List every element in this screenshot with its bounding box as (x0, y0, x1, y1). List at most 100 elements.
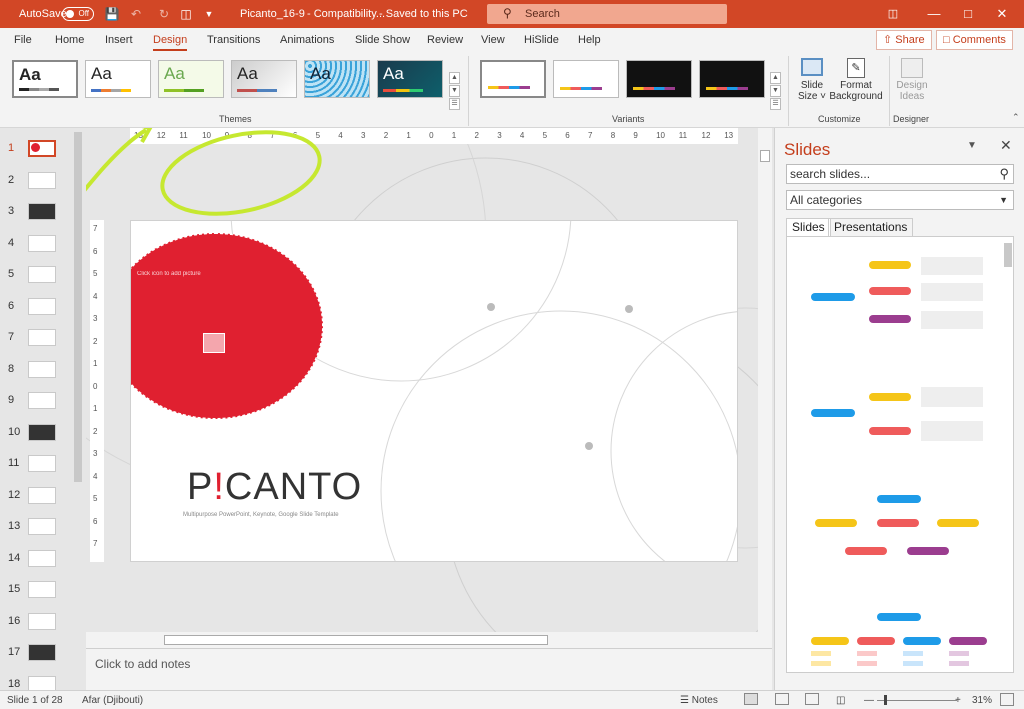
tab-presentations[interactable]: Presentations (828, 218, 914, 236)
tab-design[interactable]: Design (153, 34, 188, 51)
slide-thumbnail[interactable] (28, 423, 56, 441)
vertical-ruler: 765432101234567 (90, 220, 104, 562)
tab-help[interactable]: Help (578, 34, 601, 46)
notes-button[interactable]: ☰ Notes (680, 695, 718, 706)
notes-pane[interactable]: Click to add notes (86, 648, 772, 690)
zoom-in-icon[interactable]: + (955, 695, 961, 706)
fit-slide-icon[interactable] (1000, 693, 1014, 706)
ruler-tick: 1 (93, 359, 98, 368)
tab-transitions[interactable]: Transitions (207, 34, 260, 46)
theme-facet[interactable]: Aa (158, 60, 224, 98)
tab-file[interactable]: File (14, 34, 32, 46)
theme-office[interactable]: Aa (12, 60, 78, 98)
design-ideas-label-2: Ideas (899, 91, 925, 102)
editor-horizontal-scrollbar[interactable] (86, 632, 772, 648)
close-button[interactable]: ✕ (992, 5, 1012, 23)
category-select[interactable]: All categories ▼ (786, 190, 1014, 210)
variant-3[interactable] (626, 60, 692, 98)
slide-thumbnail[interactable] (28, 455, 56, 472)
tab-slides[interactable]: Slides (786, 218, 831, 236)
editor-vertical-scrollbar[interactable] (758, 128, 772, 632)
tab-home[interactable]: Home (55, 34, 84, 46)
tab-view[interactable]: View (481, 34, 505, 46)
customize-qat-icon[interactable]: ▼ (201, 6, 217, 22)
slide-size-label-1: Slide (800, 80, 824, 91)
slide-thumbnail[interactable] (28, 297, 56, 315)
variant-2[interactable] (553, 60, 619, 98)
ruler-tick: 2 (93, 426, 98, 436)
theme-scroll-down-icon[interactable]: ▼ (449, 85, 460, 97)
slide-thumbnail[interactable] (28, 612, 56, 630)
collapse-ribbon-icon[interactable]: ⌃ (1012, 112, 1020, 123)
status-bar: Slide 1 of 28 Afar (Djibouti) ☰ Notes ◫ … (0, 690, 1024, 709)
theme-office-2[interactable]: Aa (85, 60, 151, 98)
format-background-button[interactable]: ✎ Format Background (828, 58, 884, 102)
ruler-tick: 4 (93, 291, 98, 301)
maximize-button[interactable]: □ (958, 5, 978, 23)
insert-picture-icon[interactable] (203, 333, 225, 353)
thumb-number: 14 (8, 551, 21, 564)
group-label-variants: Variants (612, 114, 645, 124)
theme-dots[interactable]: Aa (304, 60, 370, 98)
ruler-tick: 13 (724, 131, 734, 140)
slide-thumbnail[interactable] (28, 549, 56, 567)
tab-review[interactable]: Review (427, 34, 463, 46)
ruler-tick: 3 (93, 449, 98, 458)
variant-more-icon[interactable]: ☰ (770, 98, 781, 110)
zoom-slider[interactable] (877, 700, 957, 701)
search-box[interactable]: ⚲ Search (487, 4, 727, 24)
title-bar: AutoSave Off 💾 ↶ ↻ ◫ ▼ Picanto_16-9 - Co… (0, 0, 1024, 28)
slideshow-icon[interactable]: ◫ (836, 695, 845, 706)
theme-more-icon[interactable]: ☰ (449, 98, 460, 110)
slides-search-input[interactable]: search slides... ⚲ (786, 164, 1014, 184)
ribbon-display-icon[interactable]: ◫ (883, 5, 903, 23)
pane-options-icon[interactable]: ▼ (967, 140, 977, 151)
share-button[interactable]: ⇧ Share (876, 30, 932, 50)
slide-thumbnail[interactable] (28, 486, 56, 504)
variant-scroll-up-icon[interactable]: ▲ (770, 72, 781, 84)
design-ideas-button[interactable]: Design Ideas (893, 58, 931, 102)
slide-thumbnail[interactable] (28, 266, 56, 283)
slide-sorter-icon[interactable] (775, 693, 789, 705)
theme-ion[interactable]: Aa (231, 60, 297, 98)
theme-ion-boardroom[interactable]: Aa (377, 60, 443, 98)
undo-icon[interactable]: ↶ (128, 6, 144, 22)
redo-icon[interactable]: ↻ (156, 6, 172, 22)
tab-insert[interactable]: Insert (105, 34, 133, 46)
slide-thumbnail[interactable] (28, 644, 56, 661)
variant-4[interactable] (699, 60, 765, 98)
slide-canvas[interactable]: Click icon to add picture P!CANTO Multip… (130, 220, 738, 562)
language-indicator[interactable]: Afar (Djibouti) (82, 695, 143, 706)
theme-scroll-up-icon[interactable]: ▲ (449, 72, 460, 84)
tab-animations[interactable]: Animations (280, 34, 334, 46)
tab-slideshow[interactable]: Slide Show (355, 34, 410, 46)
slide-thumbnail[interactable] (28, 234, 56, 252)
slide-thumbnail[interactable] (28, 140, 56, 157)
comments-button[interactable]: □ Comments (936, 30, 1013, 50)
slide-size-button[interactable]: Slide Size ˅ (797, 58, 827, 102)
slide-thumbnail[interactable] (28, 171, 56, 189)
autosave-toggle[interactable]: Off (62, 7, 94, 21)
slides-search-placeholder: search slides... (790, 167, 871, 181)
search-icon[interactable]: ⚲ (999, 165, 1009, 183)
present-icon[interactable]: ◫ (178, 6, 194, 22)
slide-thumbnail[interactable] (28, 203, 56, 220)
zoom-level[interactable]: 31% (972, 695, 992, 706)
slide-thumbnail[interactable] (28, 518, 56, 535)
save-icon[interactable]: 💾 (104, 6, 120, 22)
pane-close-icon[interactable]: ✕ (1000, 137, 1012, 154)
slide-thumbnail[interactable] (28, 392, 56, 409)
zoom-slider-handle[interactable] (884, 695, 887, 705)
variant-1[interactable] (480, 60, 546, 98)
variant-scroll-down-icon[interactable]: ▼ (770, 85, 781, 97)
slide-thumbnail[interactable] (28, 581, 56, 598)
thumb-scrollbar[interactable] (74, 132, 82, 482)
minimize-button[interactable]: — (924, 5, 944, 23)
zoom-out-icon[interactable]: — (864, 695, 874, 706)
normal-view-icon[interactable] (744, 693, 758, 705)
tab-hislide[interactable]: HiSlide (524, 34, 559, 46)
slides-gallery[interactable] (786, 236, 1014, 673)
slide-thumbnail[interactable] (28, 360, 56, 378)
slide-thumbnail[interactable] (28, 329, 56, 346)
reading-view-icon[interactable] (805, 693, 819, 705)
